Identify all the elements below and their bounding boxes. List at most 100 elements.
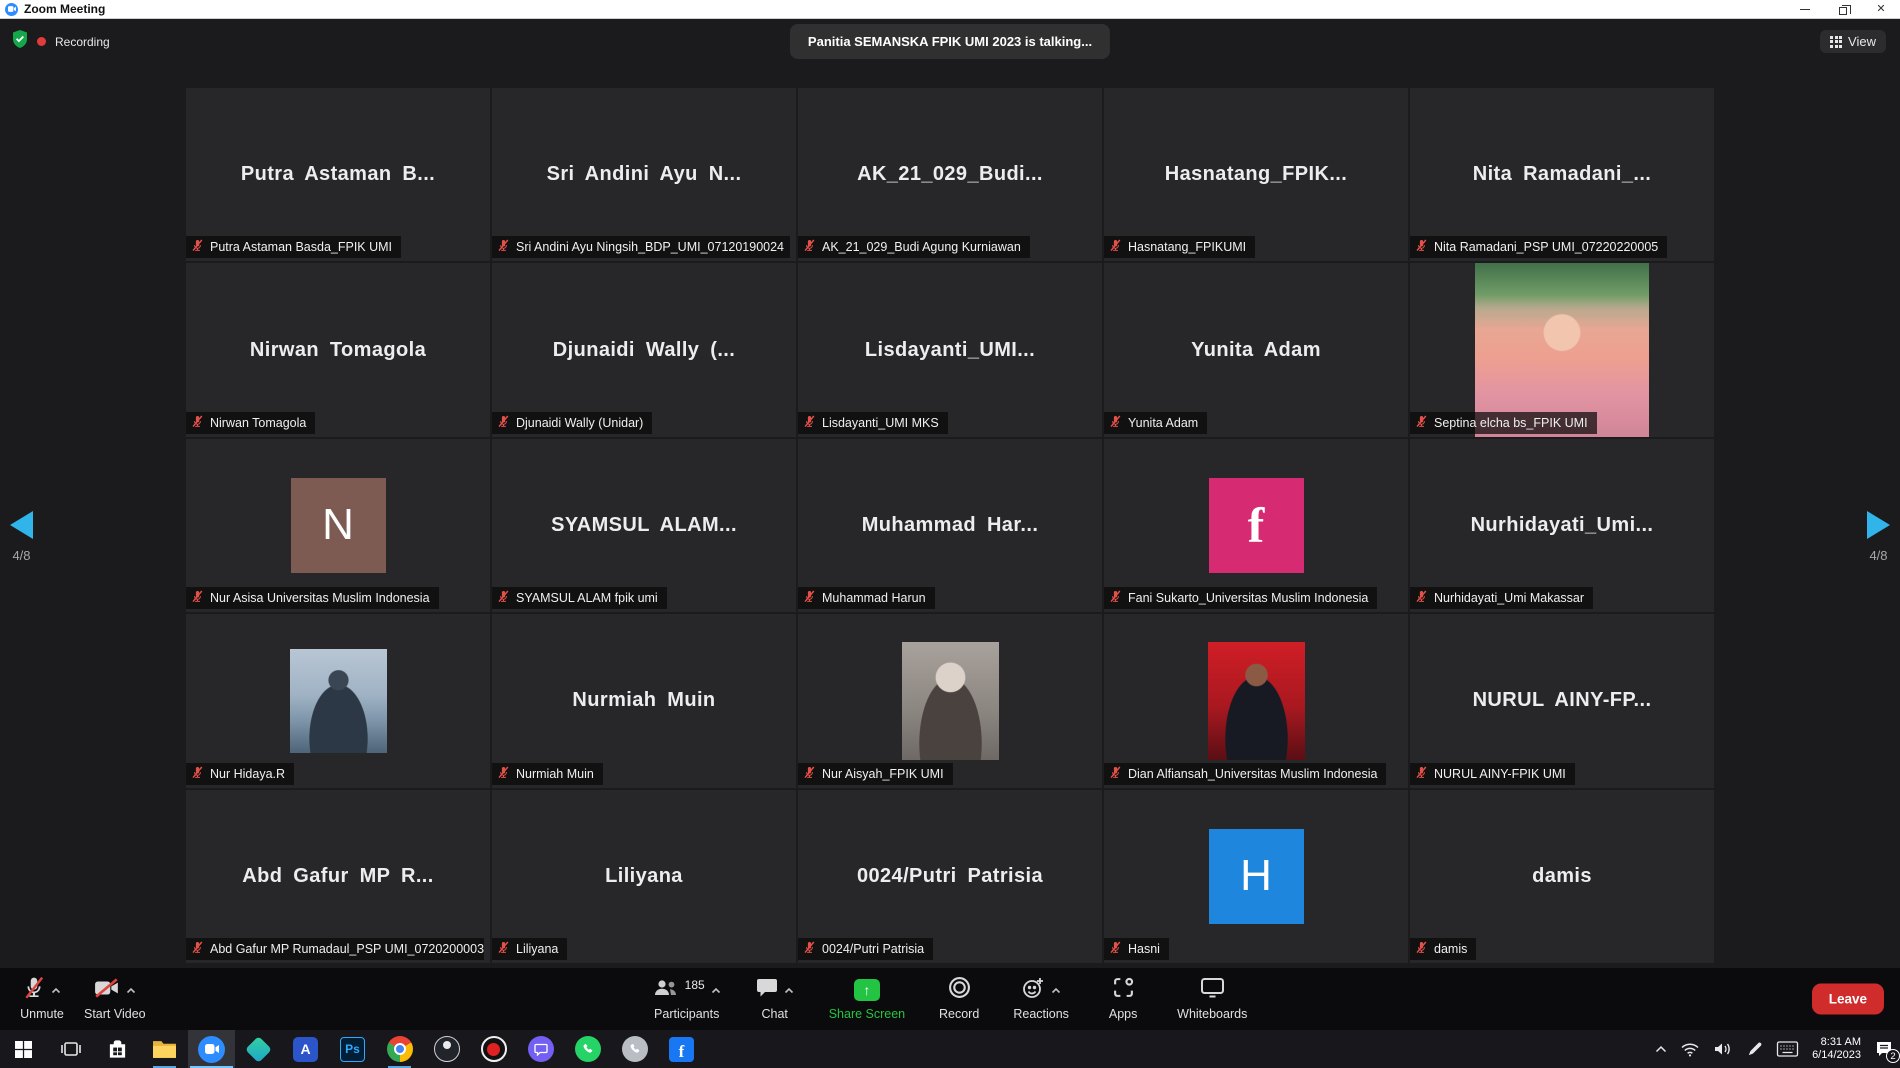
taskbar-phone-app-icon[interactable] <box>611 1030 658 1068</box>
participant-tile[interactable]: SYAMSUL ALAM...SYAMSUL ALAM fpik umi <box>492 439 796 612</box>
muted-mic-icon <box>191 941 204 957</box>
participant-tile[interactable]: HHasni <box>1104 790 1408 963</box>
close-button[interactable]: ✕ <box>1862 0 1900 19</box>
chat-button[interactable]: Chat <box>747 977 803 1021</box>
participant-name: Sri Andini Ayu N... <box>547 163 742 186</box>
taskbar-zoom-icon[interactable] <box>188 1030 235 1068</box>
pen-icon[interactable] <box>1746 1041 1763 1058</box>
participant-tile[interactable]: Yunita AdamYunita Adam <box>1104 263 1408 436</box>
muted-mic-icon <box>1109 415 1122 431</box>
participant-tile[interactable]: Nirwan TomagolaNirwan Tomagola <box>186 263 490 436</box>
muted-mic-icon <box>191 415 204 431</box>
next-page-control[interactable]: 4/8 <box>1867 511 1890 563</box>
taskbar-task-view-icon[interactable] <box>47 1030 94 1068</box>
gallery-grid-icon <box>1830 36 1842 48</box>
participant-tile[interactable]: Nurmiah Muin Nurmiah Muin <box>492 614 796 787</box>
taskbar-chrome-icon[interactable] <box>376 1030 423 1068</box>
participant-photo <box>1475 263 1649 436</box>
muted-mic-icon <box>1109 766 1122 782</box>
participant-tile[interactable]: Sri Andini Ayu N...Sri Andini Ayu Ningsi… <box>492 88 796 261</box>
muted-mic-icon <box>191 766 204 782</box>
participant-tile[interactable]: 0024/Putri Patrisia0024/Putri Patrisia <box>798 790 1102 963</box>
unmute-button[interactable]: Unmute <box>14 977 70 1021</box>
participant-tile[interactable]: Djunaidi Wally (...Djunaidi Wally (Unida… <box>492 263 796 436</box>
touch-keyboard-icon[interactable] <box>1776 1041 1799 1057</box>
taskbar-photoshop-icon[interactable]: Ps <box>329 1030 376 1068</box>
taskbar-scanner-app-icon[interactable]: A <box>282 1030 329 1068</box>
record-button[interactable]: Record <box>931 977 987 1021</box>
notification-badge: 2 <box>1886 1049 1900 1063</box>
participant-name: Abd Gafur MP R... <box>242 865 433 888</box>
volume-icon[interactable] <box>1713 1041 1733 1057</box>
start-video-button[interactable]: Start Video <box>84 977 146 1021</box>
participant-tile[interactable]: Nur Hidaya.R <box>186 614 490 787</box>
participant-tile[interactable]: Putra Astaman B...Putra Astaman Basda_FP… <box>186 88 490 261</box>
taskbar-apps: APs f <box>0 1030 705 1068</box>
taskbar-facebook-icon[interactable]: f <box>658 1030 705 1068</box>
taskbar-filmora-icon[interactable] <box>235 1030 282 1068</box>
view-button[interactable]: View <box>1820 30 1886 53</box>
participant-tile[interactable]: Lisdayanti_UMI...Lisdayanti_UMI MKS <box>798 263 1102 436</box>
participant-photo <box>902 642 999 760</box>
taskbar-viber-icon[interactable] <box>517 1030 564 1068</box>
taskbar-whatsapp-icon[interactable] <box>564 1030 611 1068</box>
participant-name: Liliyana <box>605 865 683 888</box>
participant-label: Nurmiah Muin <box>492 763 603 785</box>
participant-tile[interactable]: NNur Asisa Universitas Muslim Indonesia <box>186 439 490 612</box>
participant-name: SYAMSUL ALAM... <box>551 514 737 537</box>
participant-label: Djunaidi Wally (Unidar) <box>492 412 652 434</box>
participant-tile[interactable]: fFani Sukarto_Universitas Muslim Indones… <box>1104 439 1408 612</box>
participant-tile[interactable]: Nurhidayati_Umi...Nurhidayati_Umi Makass… <box>1410 439 1714 612</box>
participants-button[interactable]: 185 Participants <box>653 977 721 1021</box>
share-screen-button[interactable]: ↑ Share Screen <box>829 977 905 1021</box>
participant-tile[interactable]: Muhammad Har...Muhammad Harun <box>798 439 1102 612</box>
participant-tile[interactable]: Hasnatang_FPIK...Hasnatang_FPIKUMI <box>1104 88 1408 261</box>
video-options-caret-icon[interactable] <box>126 981 136 999</box>
participant-tile[interactable]: Liliyana Liliyana <box>492 790 796 963</box>
apps-button[interactable]: Apps <box>1095 977 1151 1021</box>
restore-button[interactable] <box>1824 0 1862 19</box>
participant-label: Muhammad Harun <box>798 587 935 609</box>
participant-tile[interactable]: Nur Aisyah_FPIK UMI <box>798 614 1102 787</box>
taskbar-file-explorer-icon[interactable] <box>141 1030 188 1068</box>
hidden-icons-chevron-icon[interactable] <box>1655 1045 1667 1053</box>
taskbar-obs-studio-icon[interactable] <box>423 1030 470 1068</box>
participant-tile[interactable]: Abd Gafur MP R... Abd Gafur MP Rumadaul_P… <box>186 790 490 963</box>
participant-label-text: Abd Gafur MP Rumadaul_PSP UMI_0720200003 <box>210 942 484 956</box>
zoom-app-icon <box>5 3 18 16</box>
action-center-icon[interactable]: 2 <box>1874 1039 1894 1059</box>
audio-options-caret-icon[interactable] <box>51 981 61 999</box>
encryption-shield-icon[interactable] <box>12 30 28 53</box>
participant-name: Yunita Adam <box>1191 339 1321 362</box>
taskbar-screen-recorder-icon[interactable] <box>470 1030 517 1068</box>
participants-count: 185 <box>685 978 705 992</box>
wifi-icon[interactable] <box>1680 1042 1700 1057</box>
participants-caret-icon[interactable] <box>711 981 721 999</box>
participant-label-text: Liliyana <box>516 942 558 956</box>
meeting-area: Recording Panitia SEMANSKA FPIK UMI 2023… <box>0 19 1900 1030</box>
muted-mic-icon <box>1109 590 1122 606</box>
chat-caret-icon[interactable] <box>784 981 794 999</box>
muted-mic-icon <box>497 766 510 782</box>
next-page-arrow-icon[interactable] <box>1867 511 1890 539</box>
page-indicator: 4/8 <box>12 548 30 563</box>
participant-tile[interactable]: Septina elcha bs_FPIK UMI <box>1410 263 1714 436</box>
reactions-button[interactable]: Reactions <box>1013 977 1069 1021</box>
taskbar-microsoft-store-icon[interactable] <box>94 1030 141 1068</box>
whiteboards-button[interactable]: Whiteboards <box>1177 977 1247 1021</box>
leave-button[interactable]: Leave <box>1812 984 1884 1015</box>
minimize-button[interactable] <box>1786 0 1824 19</box>
participant-tile[interactable]: damisdamis <box>1410 790 1714 963</box>
participant-name: Nurmiah Muin <box>572 689 715 712</box>
participant-tile[interactable]: NURUL AINY-FP...NURUL AINY-FPIK UMI <box>1410 614 1714 787</box>
muted-mic-icon <box>803 766 816 782</box>
reactions-caret-icon[interactable] <box>1051 981 1061 999</box>
participant-tile[interactable]: AK_21_029_Budi...AK_21_029_Budi Agung Ku… <box>798 88 1102 261</box>
previous-page-control[interactable]: 4/8 <box>10 511 33 563</box>
participant-tile[interactable]: Nita Ramadani_...Nita Ramadani_PSP UMI_0… <box>1410 88 1714 261</box>
taskbar-clock[interactable]: 8:31 AM 6/14/2023 <box>1812 1036 1861 1062</box>
participant-tile[interactable]: Dian Alfiansah_Universitas Muslim Indone… <box>1104 614 1408 787</box>
participant-label-text: Nurhidayati_Umi Makassar <box>1434 591 1584 605</box>
previous-page-arrow-icon[interactable] <box>10 511 33 539</box>
taskbar-windows-start-icon[interactable] <box>0 1030 47 1068</box>
